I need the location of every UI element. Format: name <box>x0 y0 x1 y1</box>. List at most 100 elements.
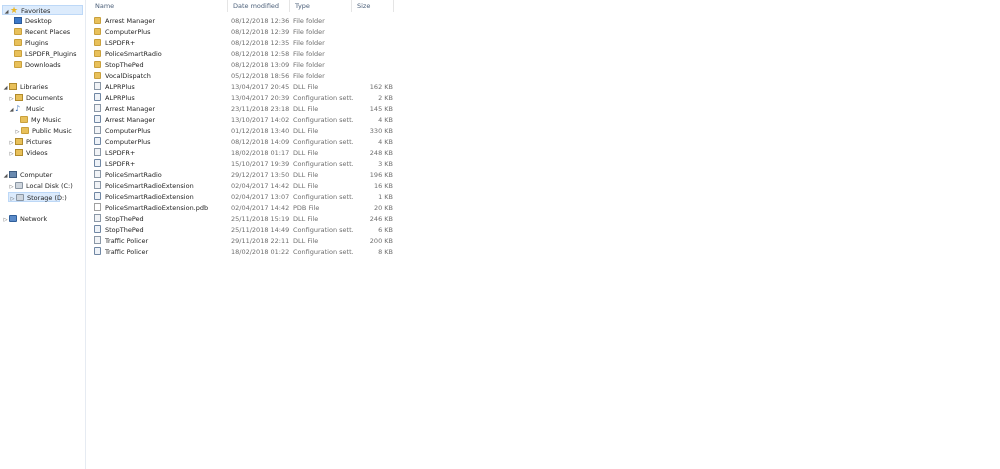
nav-storage[interactable]: ▷ Storage (D:) <box>8 192 67 204</box>
file-type: File folder <box>293 61 325 69</box>
file-row[interactable]: PoliceSmartRadioExtension 02/04/2017 13:0… <box>86 192 396 202</box>
collapse-arrow-icon[interactable]: ▷ <box>14 127 21 137</box>
file-type: Configuration sett... <box>293 193 353 201</box>
folder-icon <box>14 50 22 57</box>
file-row[interactable]: Arrest Manager 23/11/2018 23:18 DLL File 14… <box>86 104 396 114</box>
folder-icon <box>94 39 101 46</box>
file-type: DLL File <box>293 83 319 91</box>
file-row[interactable]: PoliceSmartRadioExtension 02/04/2017 14:4… <box>86 181 396 191</box>
config-file-icon <box>94 115 101 123</box>
file-row[interactable]: StopThePed 08/12/2018 13:09 File folder <box>86 60 396 70</box>
file-row[interactable]: Traffic Policer 29/11/2018 22:11 DLL File 2… <box>86 236 396 246</box>
nav-downloads[interactable]: Downloads <box>14 60 61 70</box>
file-size: 200 KB <box>369 237 393 245</box>
file-row[interactable]: Arrest Manager 13/10/2017 14:02 Configurat… <box>86 115 396 125</box>
dll-file-icon <box>94 236 101 244</box>
collapse-arrow-icon[interactable]: ▷ <box>2 215 9 225</box>
file-size: 248 KB <box>369 149 393 157</box>
file-date: 02/04/2017 14:42 <box>231 182 290 190</box>
file-name: StopThePed <box>94 214 229 224</box>
file-row[interactable]: StopThePed 25/11/2018 14:49 Configuration … <box>86 225 396 235</box>
file-date: 15/10/2017 19:39 <box>231 160 290 168</box>
file-date: 18/02/2018 01:17 <box>231 149 290 157</box>
file-row[interactable]: ALPRPlus 13/04/2017 20:39 Configuration se… <box>86 93 396 103</box>
favorites-star-icon: ★ <box>10 6 19 16</box>
file-name: Arrest Manager <box>94 115 229 125</box>
pictures-icon <box>15 138 23 145</box>
expand-arrow-icon[interactable]: ◢ <box>3 7 10 17</box>
collapse-arrow-icon[interactable]: ▷ <box>8 138 15 148</box>
collapse-arrow-icon[interactable]: ▷ <box>9 194 16 204</box>
column-header-type[interactable]: Type <box>290 0 352 12</box>
file-date: 08/12/2018 12:58 <box>231 50 290 58</box>
file-size: 330 KB <box>369 127 393 135</box>
file-size: 4 KB <box>378 116 393 124</box>
file-type: File folder <box>293 72 325 80</box>
collapse-arrow-icon[interactable]: ▷ <box>8 149 15 159</box>
nav-libraries[interactable]: ◢ Libraries <box>2 82 48 92</box>
pdb-file-icon <box>94 203 101 211</box>
nav-favorites[interactable]: ◢ ★ Favorites <box>2 5 83 17</box>
nav-recent-places[interactable]: Recent Places <box>14 27 70 37</box>
nav-videos[interactable]: ▷ Videos <box>8 148 48 158</box>
nav-local-disk[interactable]: ▷ Local Disk (C:) <box>8 181 73 191</box>
file-row[interactable]: ComputerPlus 01/12/2018 13:40 DLL File 330 … <box>86 126 396 136</box>
collapse-arrow-icon[interactable]: ▷ <box>8 182 15 192</box>
column-header-date[interactable]: Date modified <box>228 0 290 12</box>
config-file-icon <box>94 137 101 145</box>
expand-arrow-icon[interactable]: ◢ <box>8 105 15 115</box>
column-header-size[interactable]: Size <box>352 0 394 12</box>
nav-public-music[interactable]: ▷ Public Music <box>14 126 72 136</box>
file-type: DLL File <box>293 182 319 190</box>
file-row[interactable]: ComputerPlus 08/12/2018 14:09 Configuratio… <box>86 137 396 147</box>
file-row[interactable]: StopThePed 25/11/2018 15:19 DLL File 246 KB <box>86 214 396 224</box>
file-type: Configuration sett... <box>293 248 353 256</box>
file-date: 08/12/2018 13:09 <box>231 61 290 69</box>
file-row[interactable]: VocalDispatch 05/12/2018 18:56 File folder <box>86 71 396 81</box>
file-row[interactable]: Arrest Manager 08/12/2018 12:36 File folde… <box>86 16 396 26</box>
nav-documents[interactable]: ▷ Documents <box>8 93 63 103</box>
file-row[interactable]: PoliceSmartRadio 29/12/2017 13:50 DLL File… <box>86 170 396 180</box>
file-row[interactable]: LSPDFR+ 08/12/2018 12:35 File folder <box>86 38 396 48</box>
file-name: PoliceSmartRadioExtension <box>94 192 229 202</box>
file-name: LSPDFR+ <box>94 159 229 169</box>
dll-file-icon <box>94 82 101 90</box>
file-type: DLL File <box>293 171 319 179</box>
file-date: 18/02/2018 01:22 <box>231 248 290 256</box>
column-header-name[interactable]: Name <box>90 0 228 12</box>
expand-arrow-icon[interactable]: ◢ <box>2 83 9 93</box>
file-row[interactable]: PoliceSmartRadio 08/12/2018 12:58 File fol… <box>86 49 396 59</box>
file-size: 1 KB <box>378 193 393 201</box>
file-row[interactable]: ALPRPlus 13/04/2017 20:45 DLL File 162 KB <box>86 82 396 92</box>
file-row[interactable]: ComputerPlus 08/12/2018 12:39 File folder <box>86 27 396 37</box>
file-row[interactable]: LSPDFR+ 15/10/2017 19:39 Configuration set… <box>86 159 396 169</box>
nav-computer[interactable]: ◢ Computer <box>2 170 52 180</box>
nav-desktop[interactable]: Desktop <box>14 16 52 26</box>
folder-icon <box>14 39 22 46</box>
file-row[interactable]: Traffic Policer 18/02/2018 01:22 Configura… <box>86 247 396 257</box>
network-icon <box>9 215 17 222</box>
file-date: 23/11/2018 23:18 <box>231 105 290 113</box>
file-date: 08/12/2018 12:35 <box>231 39 290 47</box>
folder-icon <box>94 61 101 68</box>
nav-lspdfr-plugins[interactable]: LSPDFR_Plugins <box>14 49 76 59</box>
file-type: DLL File <box>293 149 319 157</box>
nav-plugins[interactable]: Plugins <box>14 38 48 48</box>
file-size: 246 KB <box>369 215 393 223</box>
nav-music[interactable]: ◢ ♪ Music <box>8 104 45 114</box>
file-name: StopThePed <box>94 60 229 70</box>
expand-arrow-icon[interactable]: ◢ <box>2 171 9 181</box>
drive-icon <box>16 194 24 201</box>
file-row[interactable]: LSPDFR+ 18/02/2018 01:17 DLL File 248 KB <box>86 148 396 158</box>
file-row[interactable]: PoliceSmartRadioExtension.pdb 02/04/2017 … <box>86 203 396 213</box>
file-size: 4 KB <box>378 138 393 146</box>
collapse-arrow-icon[interactable]: ▷ <box>8 94 15 104</box>
file-name: Traffic Policer <box>94 247 229 257</box>
nav-network[interactable]: ▷ Network <box>2 214 47 224</box>
desktop-icon <box>14 17 22 24</box>
file-date: 25/11/2018 14:49 <box>231 226 290 234</box>
nav-my-music[interactable]: My Music <box>20 115 61 125</box>
file-size: 20 KB <box>373 204 393 212</box>
nav-pictures[interactable]: ▷ Pictures <box>8 137 52 147</box>
file-name: ComputerPlus <box>94 126 229 136</box>
